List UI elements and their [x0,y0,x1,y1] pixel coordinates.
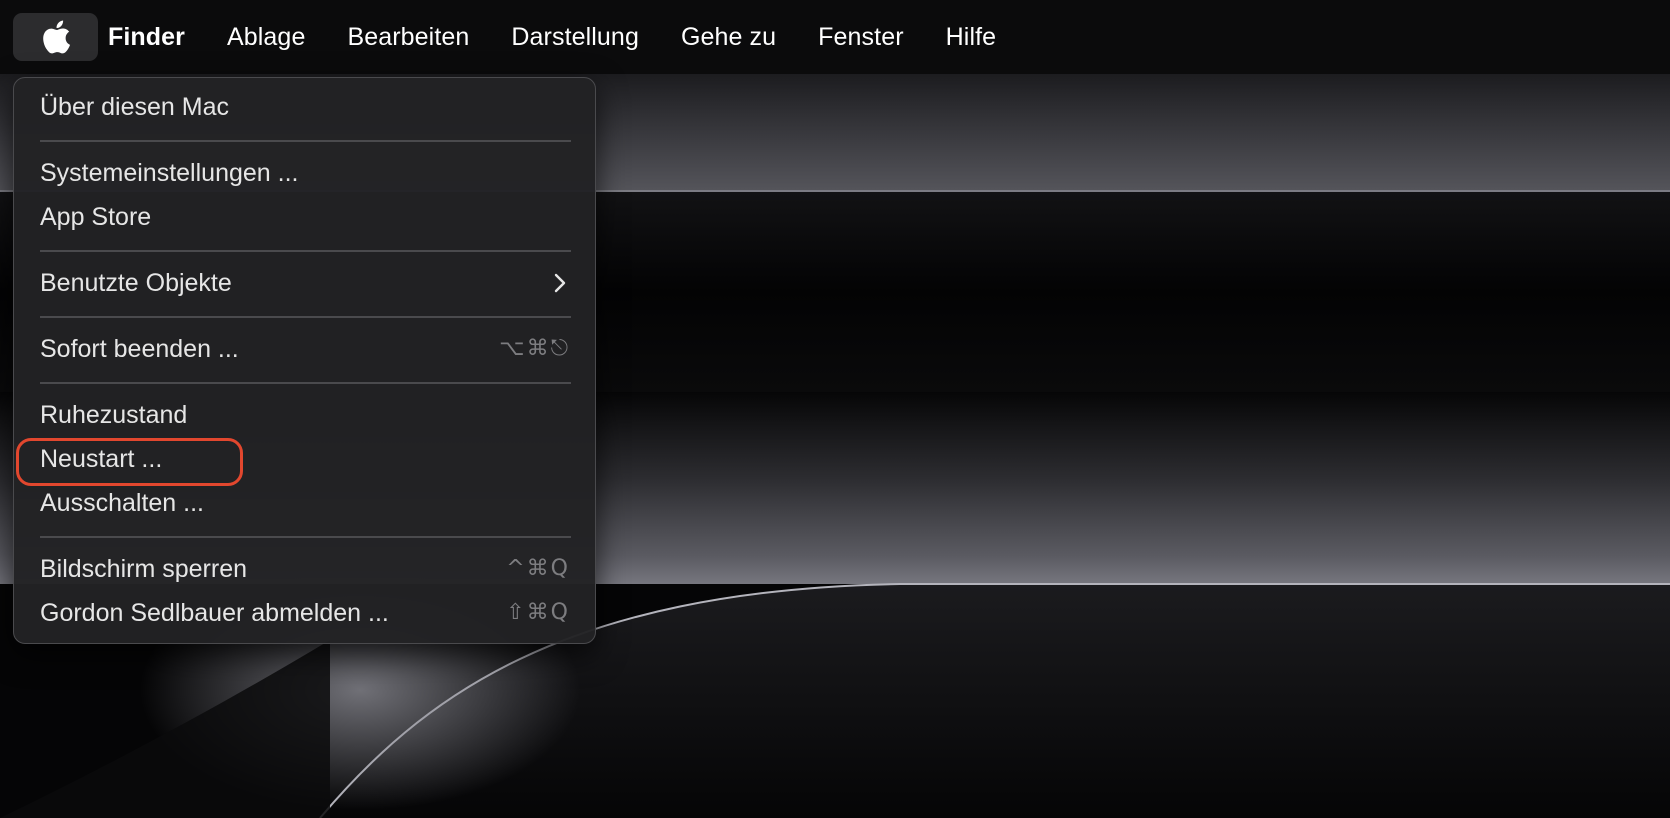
apple-logo-icon [42,20,70,54]
menu-separator [40,250,571,252]
menu-gehe-zu[interactable]: Gehe zu [660,23,797,52]
menu-hilfe[interactable]: Hilfe [925,23,1018,52]
menu-item-recent-items[interactable]: Benutzte Objekte [14,261,594,305]
menu-item-label: Gordon Sedlbauer abmelden ... [40,599,389,627]
menu-item-sleep[interactable]: Ruhezustand [14,393,594,437]
chevron-right-icon [554,273,566,293]
menu-item-log-out[interactable]: Gordon Sedlbauer abmelden ... ⇧⌘Q [14,591,594,635]
apple-menu-dropdown: Über diesen Mac Systemeinstellungen ... … [13,77,596,644]
menu-item-app-store[interactable]: App Store [14,195,594,239]
menu-separator [40,140,571,142]
menu-item-label: Benutzte Objekte [40,269,232,297]
menu-item-label: Neustart ... [40,445,163,473]
keyboard-shortcut: ^⌘Q [506,556,570,581]
menu-item-label: App Store [40,203,152,231]
menu-item-lock-screen[interactable]: Bildschirm sperren ^⌘Q [14,547,594,591]
menu-item-label: Sofort beenden ... [40,335,239,363]
apple-menu-button[interactable] [13,13,98,61]
menu-item-about-mac[interactable]: Über diesen Mac [14,85,594,129]
menu-item-label: Bildschirm sperren [40,555,248,583]
menu-separator [40,382,571,384]
desktop-screen: Finder Ablage Bearbeiten Darstellung Geh… [0,0,1670,818]
keyboard-shortcut: ⌥⌘⎋ [499,336,570,361]
menu-separator [40,316,571,318]
menu-ablage[interactable]: Ablage [206,23,326,52]
menu-item-label: Ruhezustand [40,401,188,429]
menu-item-label: Systemeinstellungen ... [40,159,299,187]
menu-item-system-settings[interactable]: Systemeinstellungen ... [14,151,594,195]
menu-bar-items: Finder Ablage Bearbeiten Darstellung Geh… [108,0,1017,74]
keyboard-shortcut: ⇧⌘Q [506,600,570,625]
menu-finder[interactable]: Finder [108,23,206,52]
menu-bar: Finder Ablage Bearbeiten Darstellung Geh… [0,0,1670,74]
menu-item-force-quit[interactable]: Sofort beenden ... ⌥⌘⎋ [14,327,594,371]
menu-item-label: Über diesen Mac [40,93,229,121]
menu-item-label: Ausschalten ... [40,489,204,517]
menu-bearbeiten[interactable]: Bearbeiten [326,23,490,52]
menu-item-restart[interactable]: Neustart ... [14,437,594,481]
menu-fenster[interactable]: Fenster [797,23,924,52]
menu-item-shut-down[interactable]: Ausschalten ... [14,481,594,525]
menu-darstellung[interactable]: Darstellung [490,23,660,52]
menu-separator [40,536,571,538]
